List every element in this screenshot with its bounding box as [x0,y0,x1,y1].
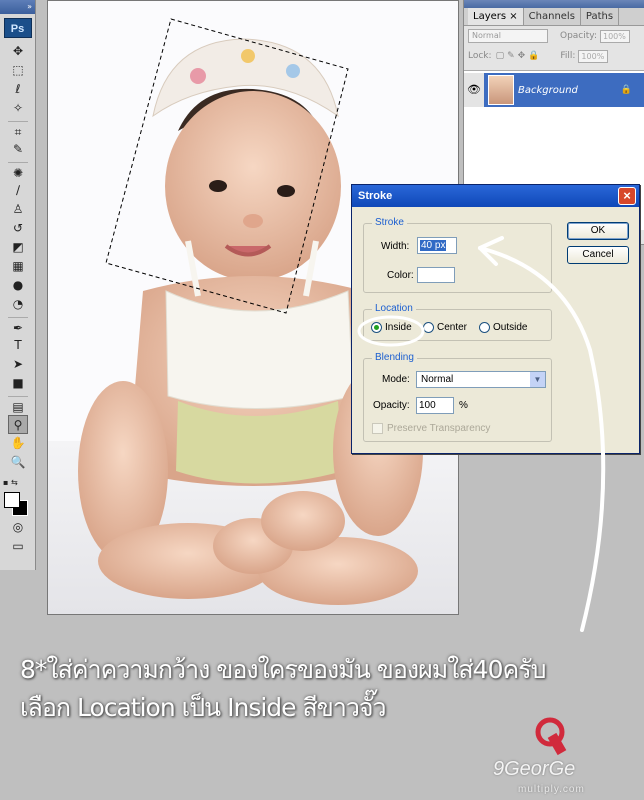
caption-line-2: เลือก Location เป็น Inside สีขาวจั๊ว [20,693,387,722]
highlight-circle [357,315,425,347]
brush-tool-icon[interactable]: ∕ [8,181,28,200]
color-label: Color: [387,270,414,281]
width-label: Width: [381,241,410,252]
panel-titlebar[interactable] [464,0,644,8]
tools-palette: » Ps ✥ ⬚ ℓ ✧ ⌗ ✎ ✺ ∕ ♙ ↺ ◩ ▦ ● ◔ ✒ T ➤ ■… [0,0,36,570]
notes-tool-icon[interactable]: ▤ [8,396,28,415]
opacity-label: Opacity: [560,31,597,41]
dialog-title: Stroke [358,190,393,202]
dialog-title-bar[interactable]: Stroke × [352,185,639,207]
close-icon[interactable]: × [618,187,636,205]
hand-tool-icon[interactable]: ✋ [8,434,28,453]
layer-opacity-field[interactable]: 100% [600,29,630,43]
checkbox-icon [372,423,383,434]
lock-row: Lock: ▢✎✥🔒 Fill: 100% [464,46,644,66]
default-colors-icon[interactable]: ▪ ⇆ [3,478,18,487]
fill-label: Fill: [560,51,576,61]
mode-label: Mode: [382,374,410,385]
foreground-color-swatch[interactable] [4,492,20,508]
type-tool-icon[interactable]: T [8,336,28,355]
tab-paths[interactable]: Paths [581,8,620,25]
blur-tool-icon[interactable]: ● [8,276,28,295]
visibility-eye-icon[interactable]: 👁 [464,73,484,107]
layer-thumbnail [488,75,514,105]
layer-row-background[interactable]: 👁 Background 🔒 [464,73,644,107]
shape-tool-icon[interactable]: ■ [8,374,28,393]
blend-mode-select[interactable]: Normal [468,29,548,43]
history-brush-tool-icon[interactable]: ↺ [8,219,28,238]
zoom-tool-icon[interactable]: 🔍 [8,453,28,472]
quick-mask-icon[interactable]: ◎ [8,518,28,537]
color-swatches: ▪ ⇆ [0,478,35,518]
collapse-icon[interactable]: » [27,2,32,11]
clone-stamp-tool-icon[interactable]: ♙ [8,200,28,219]
watermark-logo-icon [535,717,567,756]
layer-name: Background [518,84,578,96]
annotation-arrow [478,236,606,632]
tab-channels[interactable]: Channels [524,8,581,25]
slice-tool-icon[interactable]: ✎ [8,140,28,159]
watermark-site: multiply.com [518,784,585,795]
watermark-name: 9GeorGe [493,758,576,780]
photoshop-logo: Ps [3,18,32,38]
lock-label: Lock: [468,51,492,61]
magic-wand-tool-icon[interactable]: ✧ [8,99,28,118]
lock-icon: 🔒 [620,85,632,95]
gradient-tool-icon[interactable]: ▦ [8,257,28,276]
lock-options-icon[interactable]: ▢✎✥🔒 [496,51,543,61]
opacity-label: Opacity: [373,400,410,411]
move-tool-icon[interactable]: ✥ [8,42,28,61]
caption-line-1: 8*ใส่ค่าความกว้าง ของใครของมัน ของผมใส่4… [20,655,547,684]
marquee-tool-icon[interactable]: ⬚ [8,61,28,80]
path-selection-tool-icon[interactable]: ➤ [8,355,28,374]
panel-tabs: Layers × Channels Paths [464,8,644,26]
lasso-tool-icon[interactable]: ℓ [8,80,28,99]
fill-field[interactable]: 100% [578,49,609,63]
eraser-tool-icon[interactable]: ◩ [8,238,28,257]
tab-layers[interactable]: Layers × [468,8,524,25]
screen-mode-icon[interactable]: ▭ [8,537,28,556]
dodge-tool-icon[interactable]: ◔ [8,295,28,314]
pen-tool-icon[interactable]: ✒ [8,317,28,336]
crop-tool-icon[interactable]: ⌗ [8,121,28,140]
eyedropper-tool-icon[interactable]: ⚲ [8,415,28,434]
blend-row: Normal Opacity: 100% [464,26,644,46]
stroke-group-title: Stroke [372,217,407,228]
toolbox-header[interactable]: » [0,0,35,14]
healing-brush-tool-icon[interactable]: ✺ [8,162,28,181]
blending-group-title: Blending [372,352,417,363]
